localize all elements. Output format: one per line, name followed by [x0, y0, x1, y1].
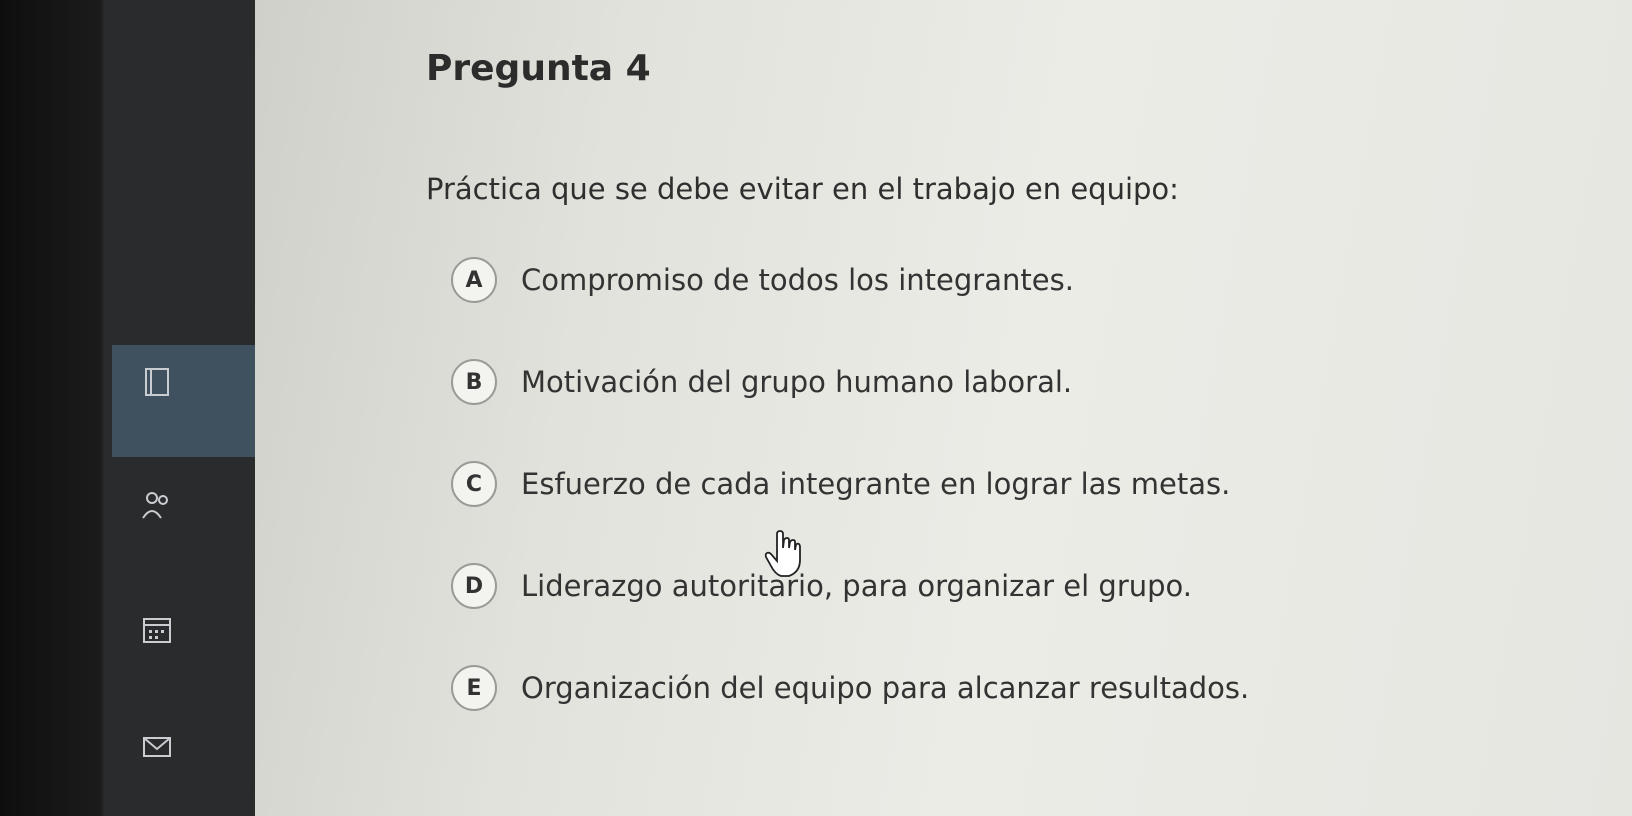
bookmark-icon[interactable] [140, 365, 174, 399]
option-b[interactable]: B Motivación del grupo humano laboral. [451, 357, 1451, 407]
option-text: Organización del equipo para alcanzar re… [521, 671, 1250, 705]
option-d[interactable]: D Liderazgo autoritario, para organizar … [451, 561, 1451, 611]
option-text: Liderazgo autoritario, para organizar el… [521, 569, 1192, 603]
hand-cursor-icon [764, 530, 801, 577]
option-text: Motivación del grupo humano laboral. [521, 365, 1073, 399]
option-a[interactable]: A Compromiso de todos los integrantes. [451, 255, 1451, 305]
option-letter: C [451, 461, 497, 507]
question-prompt: Práctica que se debe evitar en el trabaj… [426, 172, 1179, 206]
sidebar-active-item[interactable] [112, 345, 255, 457]
option-letter: A [451, 257, 497, 303]
option-e[interactable]: E Organización del equipo para alcanzar … [451, 663, 1451, 713]
mail-icon[interactable] [140, 730, 174, 764]
option-text: Esfuerzo de cada integrante en lograr la… [521, 467, 1231, 501]
option-text: Compromiso de todos los integrantes. [521, 263, 1074, 297]
people-icon[interactable] [140, 488, 174, 522]
question-title: Pregunta 4 [426, 48, 651, 89]
calendar-icon[interactable] [140, 612, 174, 646]
option-letter: E [451, 665, 497, 711]
screen: Pregunta 4 Práctica que se debe evitar e… [0, 0, 1632, 816]
option-c[interactable]: C Esfuerzo de cada integrante en lograr … [451, 459, 1451, 509]
option-letter: B [451, 359, 497, 405]
lms-sidebar [0, 0, 255, 816]
answer-options: A Compromiso de todos los integrantes. B… [451, 255, 1451, 765]
question-content: Pregunta 4 Práctica que se debe evitar e… [255, 0, 1632, 816]
option-letter: D [451, 563, 497, 609]
